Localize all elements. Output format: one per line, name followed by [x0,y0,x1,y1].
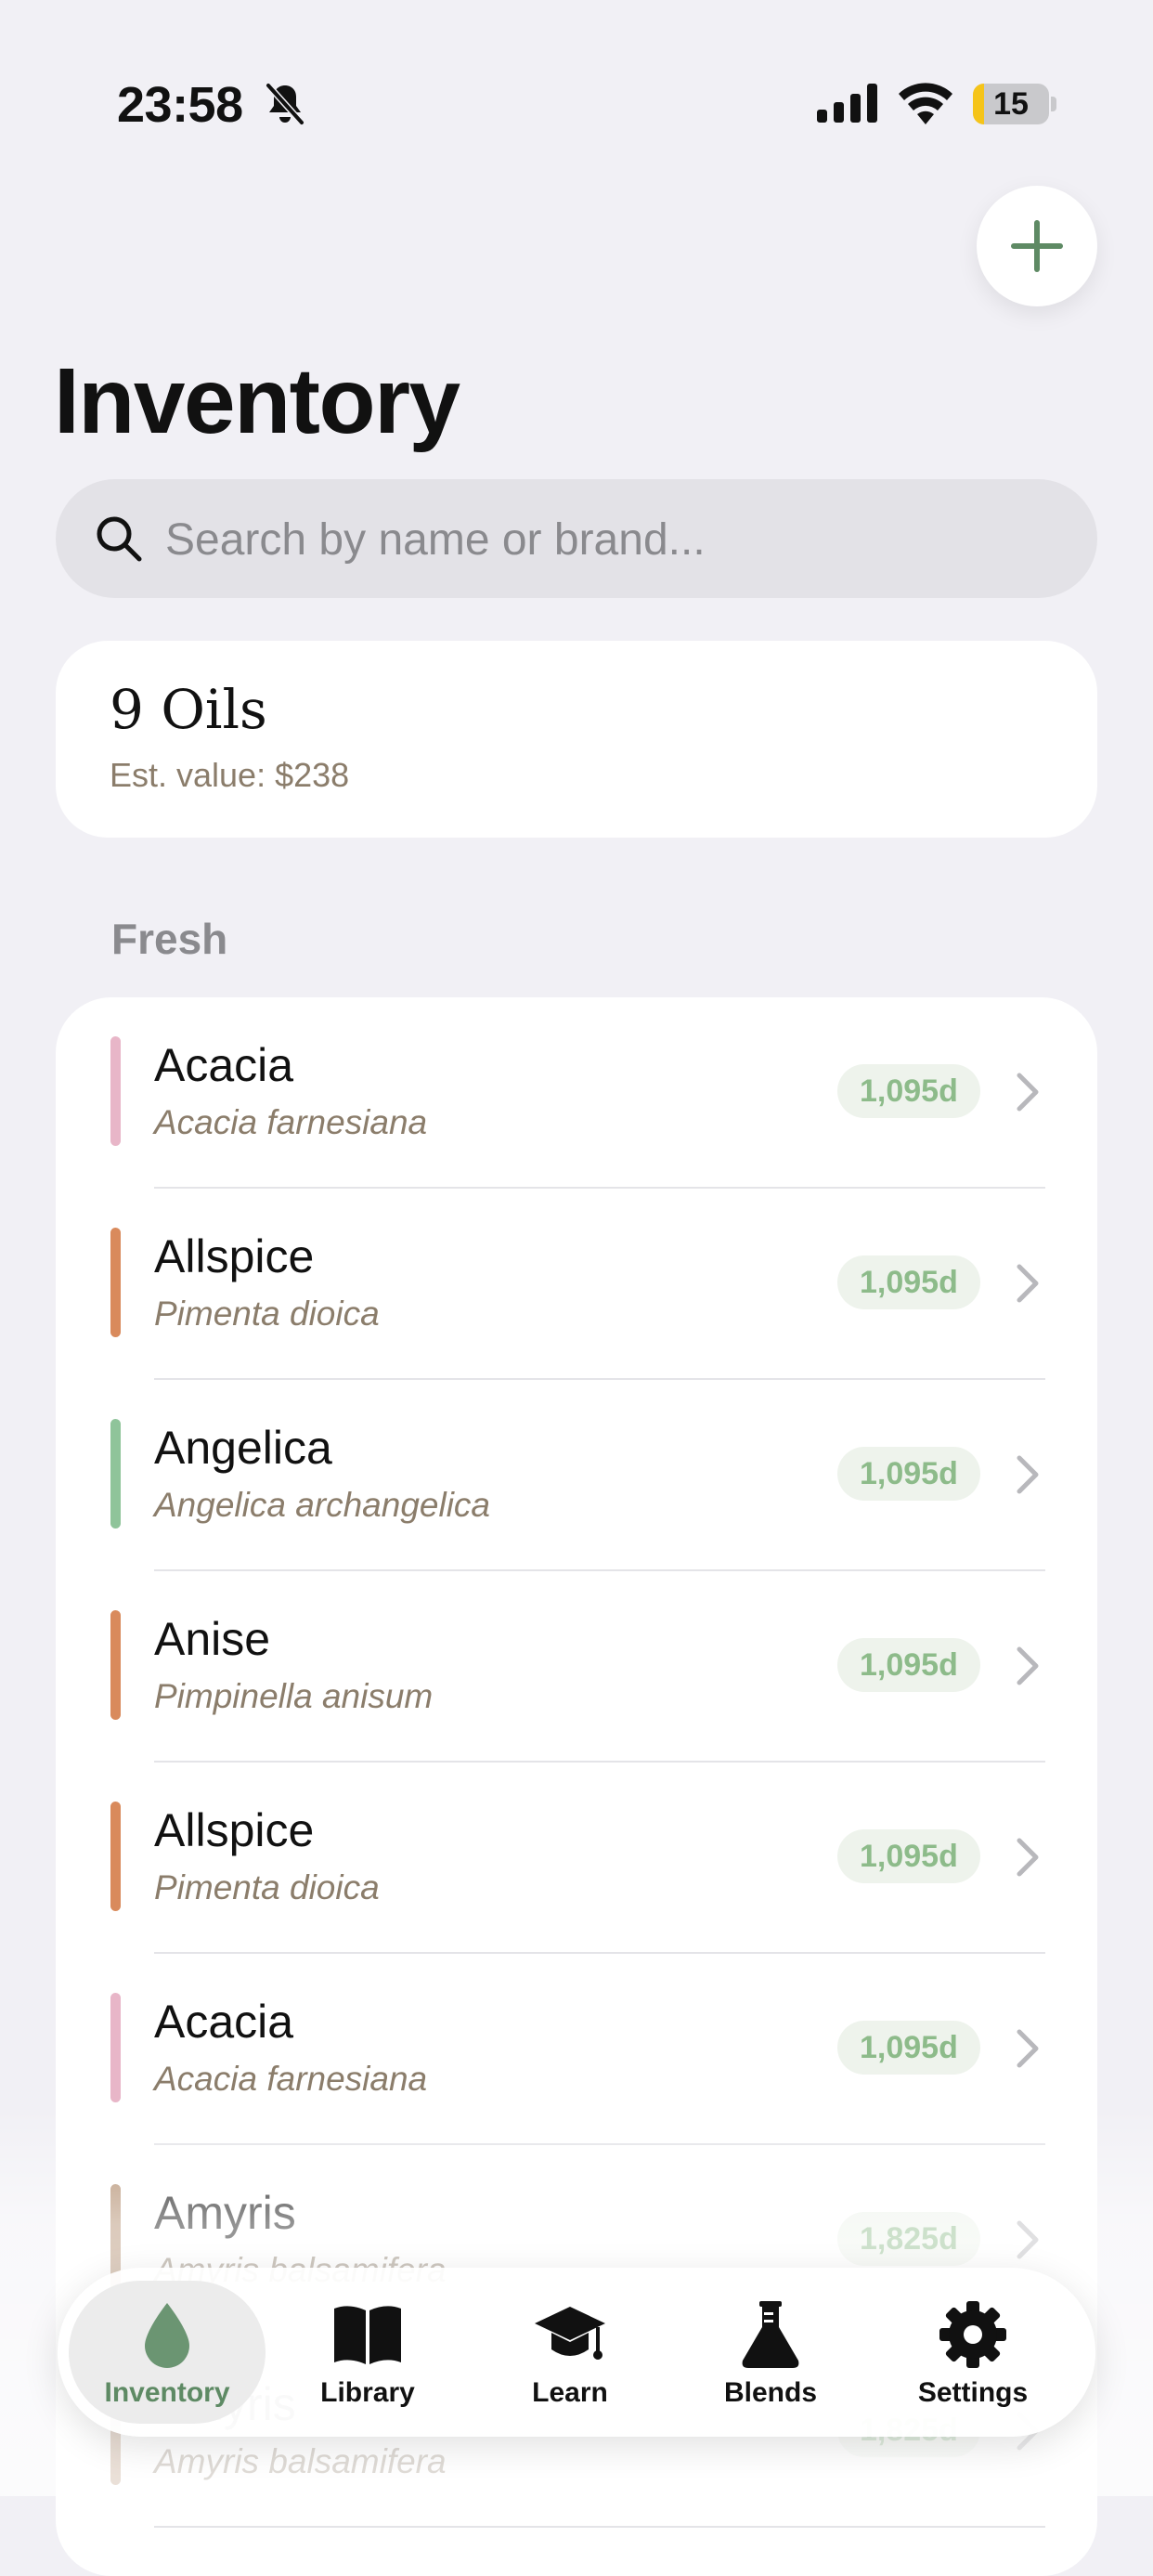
cellular-signal-icon [817,84,877,123]
oil-latin-name: Acacia farnesiana [154,2060,428,2098]
gear-icon [939,2301,1006,2368]
shelf-life-badge: 1,095d [837,1255,980,1309]
category-color-bar [110,1993,121,2102]
oil-latin-name: Pimpinella anisum [154,1677,434,1715]
tab-bar: Inventory Library Learn Blends Settings [58,2268,1095,2437]
tab-label: Settings [917,2377,1029,2408]
chevron-right-icon [1017,2220,1039,2259]
add-oil-button[interactable] [977,186,1097,306]
oil-name: Acacia [154,1039,294,1091]
shelf-life-badge: 1,825d [837,2212,980,2266]
tab-blends[interactable]: Blends [672,2281,869,2424]
battery-icon: 15 [973,84,1058,124]
inventory-summary-card: 9 Oils Est. value: $238 [56,641,1097,838]
oil-list-row[interactable]: Acacia Acacia farnesiana 1,095d [56,1954,1097,2145]
book-icon [334,2306,401,2364]
tab-label: Blends [723,2377,818,2408]
tab-settings[interactable]: Settings [874,2281,1071,2424]
tab-learn[interactable]: Learn [472,2281,668,2424]
battery-level: 15 [993,86,1029,122]
search-input[interactable] [163,479,1058,600]
chevron-right-icon [1017,1838,1039,1877]
wifi-icon [899,83,952,124]
category-color-bar [110,1419,121,1529]
shelf-life-badge: 1,095d [837,2021,980,2075]
oil-name: Allspice [154,1230,315,1282]
oil-list-row[interactable]: Acacia Acacia farnesiana 1,095d [56,997,1097,1189]
flask-icon [742,2301,799,2368]
status-bar: 23:58 15 [0,0,1153,133]
estimated-value: Est. value: $238 [110,756,350,794]
drop-icon [145,2303,189,2368]
shelf-life-badge: 1,095d [837,1447,980,1501]
page-title: Inventory [54,349,460,453]
chevron-right-icon [1017,1455,1039,1494]
row-divider [154,2526,1045,2528]
oil-latin-name: Amyris balsamifera [154,2442,447,2480]
tab-library[interactable]: Library [269,2281,466,2424]
category-color-bar [110,1802,121,1911]
oil-name: Allspice [154,1804,315,1856]
graduation-cap-icon [535,2307,605,2360]
chevron-right-icon [1017,1073,1039,1112]
oil-name: Anise [154,1613,271,1665]
chevron-right-icon [1017,1264,1039,1303]
chevron-right-icon [1017,1646,1039,1685]
tab-inventory[interactable]: Inventory [69,2281,266,2424]
status-time: 23:58 [117,77,243,133]
oil-latin-name: Angelica archangelica [154,1486,491,1524]
tab-label: Learn [532,2377,608,2408]
oil-list-row[interactable]: Anise Pimpinella anisum 1,095d [56,1571,1097,1763]
shelf-life-badge: 1,095d [837,1638,980,1692]
oil-list-row[interactable]: Angelica Angelica archangelica 1,095d [56,1380,1097,1571]
search-icon [97,516,142,562]
search-bar[interactable] [56,479,1097,600]
chevron-right-icon [1017,2029,1039,2068]
oil-latin-name: Acacia farnesiana [154,1103,428,1141]
oil-name: Angelica [154,1422,332,1474]
section-title-fresh: Fresh [111,915,228,963]
category-color-bar [110,1036,121,1146]
oil-latin-name: Pimenta dioica [154,1868,380,1906]
bell-muted-icon [266,83,304,125]
shelf-life-badge: 1,095d [837,1829,980,1883]
oil-latin-name: Pimenta dioica [154,1295,380,1333]
oil-list-row[interactable]: Allspice Pimenta dioica 1,095d [56,1763,1097,1954]
tab-label: Inventory [104,2377,230,2408]
category-color-bar [110,1610,121,1720]
shelf-life-badge: 1,095d [837,1064,980,1118]
oil-name: Amyris [154,2187,296,2239]
oil-list-row[interactable]: Allspice Pimenta dioica 1,095d [56,1189,1097,1380]
plus-icon [1011,220,1063,272]
category-color-bar [110,1228,121,1337]
tab-label: Library [320,2377,415,2408]
oil-count: 9 Oils [110,678,267,741]
oil-name: Acacia [154,1996,294,2048]
